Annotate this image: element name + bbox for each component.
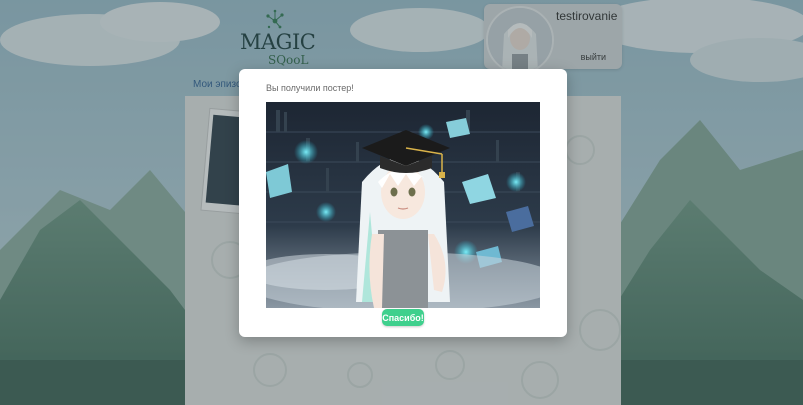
poster-illustration (266, 102, 540, 308)
dialog-title: Вы получили постер! (266, 83, 354, 93)
poster-reward-dialog: Вы получили постер! Спасибо! (239, 69, 567, 337)
poster-image (266, 102, 540, 308)
thanks-button[interactable]: Спасибо! (382, 309, 424, 326)
